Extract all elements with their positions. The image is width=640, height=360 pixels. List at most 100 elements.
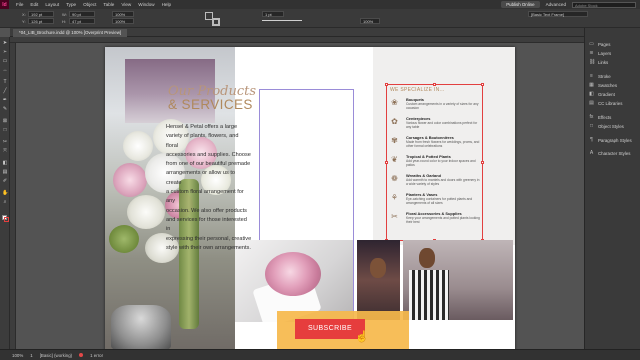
panel-layers[interactable]: ≋ Layers: [589, 49, 611, 57]
panel-object-styles[interactable]: □ Object Styles: [589, 122, 624, 130]
page-number[interactable]: 1: [30, 353, 32, 358]
height-field[interactable]: 47 pt: [69, 18, 95, 24]
stroke-icon: ≡: [590, 72, 593, 79]
gap-tool-icon[interactable]: ↔: [2, 67, 8, 73]
panel-label: CC Libraries: [598, 100, 623, 106]
note-tool-icon[interactable]: ▤: [2, 169, 8, 175]
menu-object[interactable]: Object: [83, 2, 96, 7]
bouquet-photo[interactable]: [235, 240, 353, 322]
panel-label: Effects: [598, 114, 612, 120]
horizontal-ruler[interactable]: [10, 37, 584, 43]
page-tool-icon[interactable]: ▭: [2, 58, 8, 64]
panel-label: Stroke: [598, 73, 611, 79]
service-item: ✂ Floral Accessories & Supplies Keep you…: [390, 211, 480, 230]
workspace-switcher[interactable]: Advanced: [546, 2, 566, 7]
rectangle-tool-icon[interactable]: □: [2, 127, 8, 133]
resize-handle[interactable]: [385, 83, 388, 86]
panel-dock: ▭ Pages ≋ Layers ⛓ Links ≡ Stroke ▦ Swatches …: [584, 28, 640, 349]
body-line: expressing their personal, creative: [166, 235, 252, 242]
vertical-ruler[interactable]: [10, 43, 16, 349]
h-label: H:: [62, 19, 66, 24]
service-item: ❀ Bouquets Custom arrangements in a vari…: [390, 97, 480, 116]
panel-gradient[interactable]: ◧ Gradient: [589, 90, 615, 98]
menu-type[interactable]: Type: [66, 2, 76, 7]
y-field[interactable]: 126 pt: [28, 18, 54, 24]
stroke-swatch[interactable]: [212, 18, 220, 26]
menu-file[interactable]: File: [16, 2, 23, 7]
service-description: Custom arrangements in a variety of size…: [406, 101, 479, 110]
panel-swatches[interactable]: ▦ Swatches: [589, 81, 617, 89]
stock-search-input[interactable]: Adobe Stock: [572, 1, 636, 8]
panel-character-styles[interactable]: A Character Styles: [589, 149, 631, 157]
document-canvas[interactable]: WE SPECIALIZE IN... ❀ Bouquets Custom ar…: [10, 37, 584, 349]
body-line: variety of plants, flowers, and floral: [166, 133, 239, 149]
service-description: Made from fresh flowers for weddings, pr…: [406, 139, 480, 148]
body-text: Hensel & Petal offers a large variety of…: [166, 123, 252, 253]
selection-tool-icon[interactable]: ➤: [2, 40, 8, 46]
pencil-tool-icon[interactable]: ✎: [2, 106, 8, 112]
free-transform-tool-icon[interactable]: ⤧: [2, 148, 8, 154]
preflight-status[interactable]: 1 error: [90, 353, 103, 358]
centerpiece-icon: ✿: [391, 117, 398, 126]
x-field[interactable]: 192 pt: [28, 11, 54, 17]
florists-working-photo[interactable]: [403, 240, 513, 320]
menu-view[interactable]: View: [121, 2, 131, 7]
vase-icon: ⚘: [390, 193, 399, 202]
panel-label: Gradient: [598, 91, 615, 97]
panel-cc-libraries[interactable]: ▤ CC Libraries: [589, 99, 622, 107]
striped-apron: [409, 270, 449, 320]
pen-tool-icon[interactable]: ✒: [2, 97, 8, 103]
w-label: W:: [62, 12, 67, 17]
swatches-icon: ▦: [589, 81, 594, 88]
scissors-tool-icon[interactable]: ✂: [2, 139, 8, 145]
body-line: occasion. We also offer products: [166, 207, 247, 214]
eyedropper-tool-icon[interactable]: ✐: [2, 178, 8, 184]
panel-paragraph-styles[interactable]: ¶ Paragraph Styles: [589, 136, 632, 144]
service-item: ✿ Centerpieces Various flower and color …: [390, 116, 480, 135]
hand-tool-icon[interactable]: ✋: [2, 190, 8, 196]
resize-handle[interactable]: [385, 161, 388, 164]
scale-y-field[interactable]: 100%: [112, 18, 134, 24]
service-item: ❁ Wreaths & Garland Add warmth to mantel…: [390, 173, 480, 192]
publish-online-button[interactable]: Publish Online: [501, 1, 540, 8]
resize-handle[interactable]: [433, 83, 436, 86]
panel-label: Character Styles: [598, 150, 631, 156]
app-logo: Id: [0, 0, 9, 9]
plant-icon: ❦: [391, 155, 398, 164]
menu-help[interactable]: Help: [162, 2, 171, 7]
hand-cursor-icon: ☝: [355, 331, 369, 343]
child-face: [370, 258, 386, 278]
rectangle-frame-tool-icon[interactable]: ⊠: [2, 118, 8, 124]
panel-effects[interactable]: fx Effects: [589, 113, 612, 121]
document-tab-bar: *04_LIB_Brochure.indd @ 100% [Overprint …: [10, 28, 584, 37]
document-tab[interactable]: *04_LIB_Brochure.indd @ 100% [Overprint …: [13, 29, 128, 37]
zoom-level[interactable]: 100%: [12, 353, 23, 358]
service-description: Eye-catching containers for potted plant…: [406, 196, 473, 205]
resize-handle[interactable]: [481, 83, 484, 86]
frame-style-select[interactable]: [Basic Text Frame]: [528, 11, 588, 17]
width-field[interactable]: 90 pt: [69, 11, 95, 17]
stroke-color-icon[interactable]: [4, 217, 9, 222]
menu-table[interactable]: Table: [103, 2, 114, 7]
opacity-field[interactable]: 100%: [360, 18, 380, 24]
stroke-weight-field[interactable]: 1 pt: [262, 11, 284, 17]
body-line: arrangements or allow us to create: [166, 170, 236, 186]
line-tool-icon[interactable]: ╱: [2, 88, 8, 94]
panel-stroke[interactable]: ≡ Stroke: [589, 72, 611, 80]
direct-selection-tool-icon[interactable]: ➢: [2, 49, 8, 55]
menu-layout[interactable]: Layout: [45, 2, 59, 7]
style-indicator[interactable]: [Basic] (working): [40, 353, 72, 358]
menu-window[interactable]: Window: [138, 2, 154, 7]
scale-x-field[interactable]: 100%: [112, 11, 134, 17]
gradient-tool-icon[interactable]: ◧: [2, 160, 8, 166]
menu-edit[interactable]: Edit: [30, 2, 38, 7]
resize-handle[interactable]: [481, 161, 484, 164]
zoom-tool-icon[interactable]: ⌕: [2, 199, 8, 205]
child-florist-photo[interactable]: [357, 240, 400, 320]
type-tool-icon[interactable]: T: [2, 79, 8, 85]
panel-pages[interactable]: ▭ Pages: [589, 40, 610, 48]
corsage-icon: ✾: [391, 136, 398, 145]
stroke-type-line[interactable]: [262, 20, 302, 21]
panel-links[interactable]: ⛓ Links: [589, 58, 608, 66]
body-line: a custom floral arrangement for any: [166, 189, 244, 205]
